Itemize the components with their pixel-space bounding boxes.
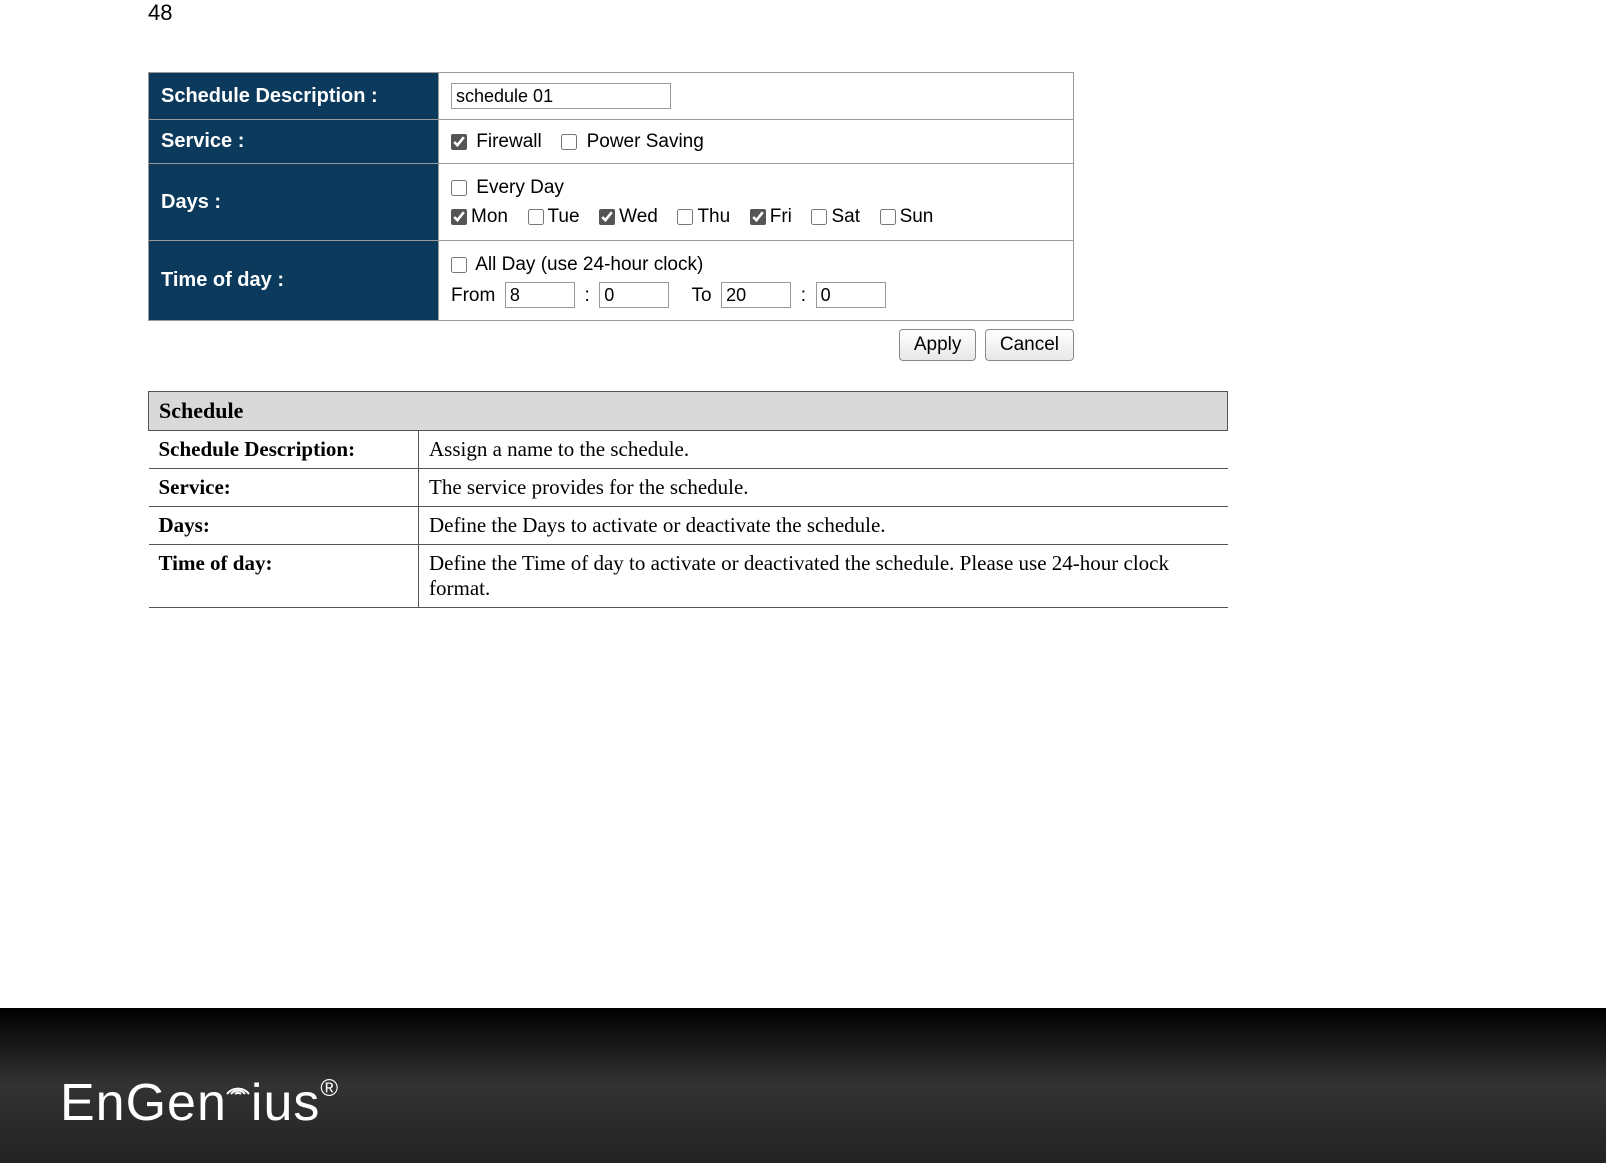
help-key-1: Service: — [149, 469, 419, 507]
cancel-button[interactable]: Cancel — [985, 329, 1074, 361]
from-label: From — [451, 285, 495, 306]
from-hour-input[interactable] — [505, 282, 575, 308]
checkbox-all-day-label: All Day (use 24-hour clock) — [475, 254, 703, 275]
label-days: Days : — [149, 164, 439, 241]
checkbox-tue[interactable] — [528, 209, 544, 225]
cell-days: Every Day Mon Tue Wed Thu Fri Sat Sun — [439, 164, 1074, 241]
help-table: Schedule Schedule Description: Assign a … — [148, 391, 1228, 608]
cell-schedule-description — [439, 73, 1074, 120]
help-header: Schedule — [149, 392, 1228, 431]
wifi-icon — [221, 1090, 255, 1120]
to-min-input[interactable] — [816, 282, 886, 308]
checkbox-sun-label: Sun — [900, 206, 934, 227]
label-schedule-description: Schedule Description : — [149, 73, 439, 120]
brand-registered: ® — [320, 1075, 338, 1102]
help-val-0: Assign a name to the schedule. — [419, 431, 1228, 469]
apply-button[interactable]: Apply — [899, 329, 977, 361]
help-key-2: Days: — [149, 507, 419, 545]
checkbox-all-day[interactable] — [451, 257, 467, 273]
footer: EnGen ius® — [0, 1008, 1606, 1163]
colon-1: : — [584, 285, 589, 306]
checkbox-firewall-label: Firewall — [476, 131, 541, 152]
checkbox-firewall[interactable] — [451, 134, 467, 150]
label-service: Service : — [149, 120, 439, 164]
brand-text-en: EnGen — [60, 1074, 227, 1132]
label-time-of-day: Time of day : — [149, 241, 439, 321]
to-hour-input[interactable] — [721, 282, 791, 308]
cell-service: Firewall Power Saving — [439, 120, 1074, 164]
schedule-form-table: Schedule Description : Service : Firewal… — [148, 72, 1074, 321]
help-val-2: Define the Days to activate or deactivat… — [419, 507, 1228, 545]
checkbox-wed[interactable] — [599, 209, 615, 225]
help-key-3: Time of day: — [149, 545, 419, 608]
checkbox-tue-label: Tue — [548, 206, 580, 227]
checkbox-mon-label: Mon — [471, 206, 508, 227]
table-row: Time of day: Define the Time of day to a… — [149, 545, 1228, 608]
checkbox-sat-label: Sat — [831, 206, 860, 227]
table-row: Days: Define the Days to activate or dea… — [149, 507, 1228, 545]
checkbox-fri-label: Fri — [770, 206, 792, 227]
checkbox-thu-label: Thu — [697, 206, 730, 227]
checkbox-power-saving[interactable] — [561, 134, 577, 150]
button-row: Apply Cancel — [148, 329, 1074, 361]
help-val-3: Define the Time of day to activate or de… — [419, 545, 1228, 608]
help-key-0: Schedule Description: — [149, 431, 419, 469]
checkbox-every-day[interactable] — [451, 180, 467, 196]
checkbox-every-day-label: Every Day — [476, 177, 564, 198]
checkbox-sat[interactable] — [811, 209, 827, 225]
table-row: Service: The service provides for the sc… — [149, 469, 1228, 507]
checkbox-mon[interactable] — [451, 209, 467, 225]
table-row: Schedule Description: Assign a name to t… — [149, 431, 1228, 469]
cell-time-of-day: All Day (use 24-hour clock) From : To : — [439, 241, 1074, 321]
checkbox-thu[interactable] — [677, 209, 693, 225]
checkbox-fri[interactable] — [750, 209, 766, 225]
from-min-input[interactable] — [599, 282, 669, 308]
checkbox-wed-label: Wed — [619, 206, 658, 227]
checkbox-power-saving-label: Power Saving — [587, 131, 704, 152]
to-label: To — [692, 285, 712, 306]
page-number: 48 — [148, 0, 172, 26]
main-content: Schedule Description : Service : Firewal… — [148, 72, 1228, 608]
checkbox-sun[interactable] — [880, 209, 896, 225]
help-val-1: The service provides for the schedule. — [419, 469, 1228, 507]
brand-text-ius: ius — [251, 1074, 320, 1132]
brand-logo: EnGen ius® — [60, 1073, 338, 1133]
colon-2: : — [801, 285, 806, 306]
schedule-description-input[interactable] — [451, 83, 671, 109]
